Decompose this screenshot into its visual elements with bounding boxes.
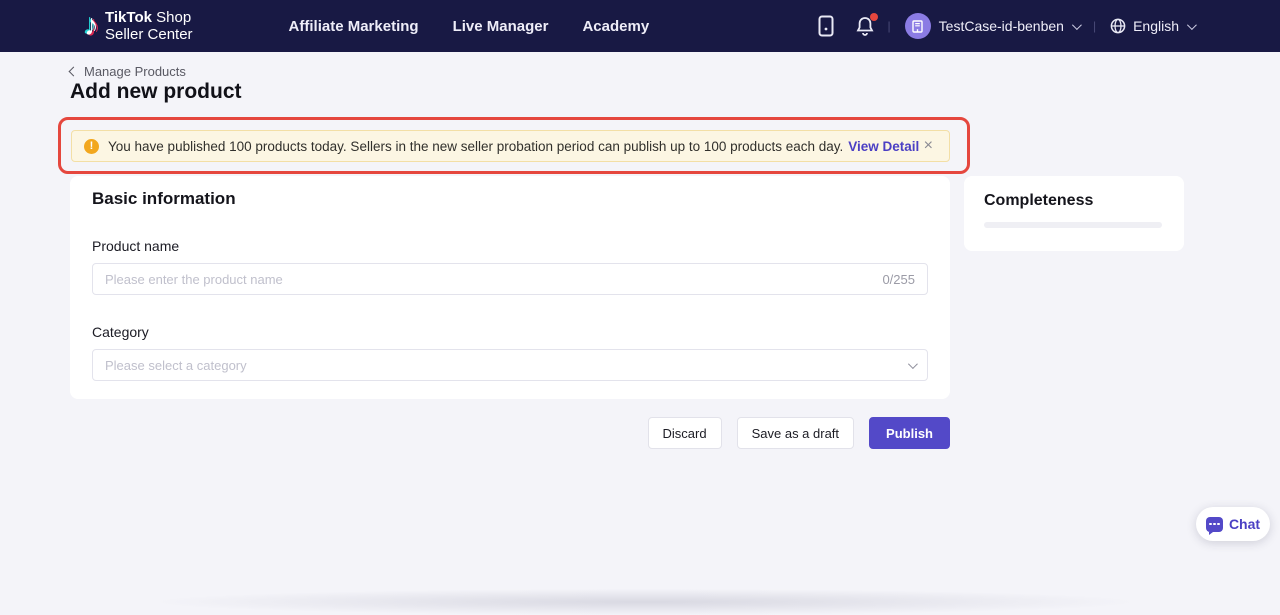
- globe-icon: [1110, 18, 1126, 34]
- form-actions: Discard Save as a draft Publish: [690, 417, 950, 449]
- notification-badge: [870, 13, 878, 21]
- save-draft-button[interactable]: Save as a draft: [737, 417, 854, 449]
- category-label: Category: [92, 324, 928, 340]
- mobile-app-icon[interactable]: [818, 15, 834, 37]
- publish-button[interactable]: Publish: [869, 417, 950, 449]
- header-divider: |: [888, 19, 891, 33]
- logo-line2: Seller Center: [105, 26, 193, 43]
- language-switcher[interactable]: English: [1110, 18, 1194, 34]
- category-chevron-down-icon: [908, 359, 918, 369]
- tiktok-note-icon: ♪: [84, 11, 99, 41]
- category-select[interactable]: Please select a category: [92, 349, 928, 381]
- basic-information-card: Basic information Product name 0/255 Cat…: [70, 176, 950, 399]
- publish-limit-alert: ! You have published 100 products today.…: [71, 130, 950, 162]
- header-divider-2: |: [1093, 19, 1096, 33]
- back-chevron-icon: [69, 67, 79, 77]
- avatar[interactable]: [905, 13, 931, 39]
- header-right-group: | TestCase-id-benben | English: [818, 13, 1194, 39]
- tiktok-shop-logo[interactable]: ♪ TikTok Shop Seller Center: [84, 9, 193, 44]
- alert-close-icon[interactable]: ×: [920, 136, 937, 156]
- language-chevron-down-icon: [1187, 20, 1197, 30]
- account-chevron-down-icon[interactable]: [1072, 20, 1082, 30]
- notification-bell-icon[interactable]: [856, 16, 874, 36]
- breadcrumb[interactable]: Manage Products: [70, 64, 186, 79]
- product-name-label: Product name: [92, 238, 928, 254]
- view-detail-link[interactable]: View Detail: [848, 139, 919, 154]
- nav-live-manager[interactable]: Live Manager: [453, 18, 549, 35]
- nav-affiliate-marketing[interactable]: Affiliate Marketing: [289, 18, 419, 35]
- chat-label: Chat: [1229, 516, 1260, 532]
- language-label: English: [1133, 18, 1179, 34]
- char-counter: 0/255: [882, 272, 915, 287]
- breadcrumb-label: Manage Products: [84, 64, 186, 79]
- completeness-title: Completeness: [984, 192, 1164, 210]
- nav-academy[interactable]: Academy: [582, 18, 649, 35]
- main-nav: Affiliate Marketing Live Manager Academy: [289, 18, 650, 35]
- completeness-progress-bar: [984, 222, 1162, 228]
- logo-line1-bold: TikTok: [105, 9, 152, 26]
- chat-button[interactable]: Chat: [1196, 507, 1270, 541]
- page-title: Add new product: [70, 80, 242, 104]
- product-name-input[interactable]: [105, 272, 872, 287]
- chat-bubble-icon: [1206, 517, 1223, 532]
- top-navbar: ♪ TikTok Shop Seller Center Affiliate Ma…: [0, 0, 1280, 52]
- alert-message: You have published 100 products today. S…: [108, 139, 843, 154]
- completeness-panel: Completeness: [964, 176, 1184, 251]
- bottom-shadow: [160, 589, 1130, 615]
- category-placeholder: Please select a category: [105, 358, 908, 373]
- product-name-field-wrap: 0/255: [92, 263, 928, 295]
- logo-text: TikTok Shop Seller Center: [105, 9, 193, 44]
- logo-line1-regular: Shop: [152, 9, 191, 26]
- section-title: Basic information: [92, 189, 928, 209]
- discard-button[interactable]: Discard: [648, 417, 722, 449]
- warning-icon: !: [84, 139, 99, 154]
- account-name[interactable]: TestCase-id-benben: [939, 18, 1064, 34]
